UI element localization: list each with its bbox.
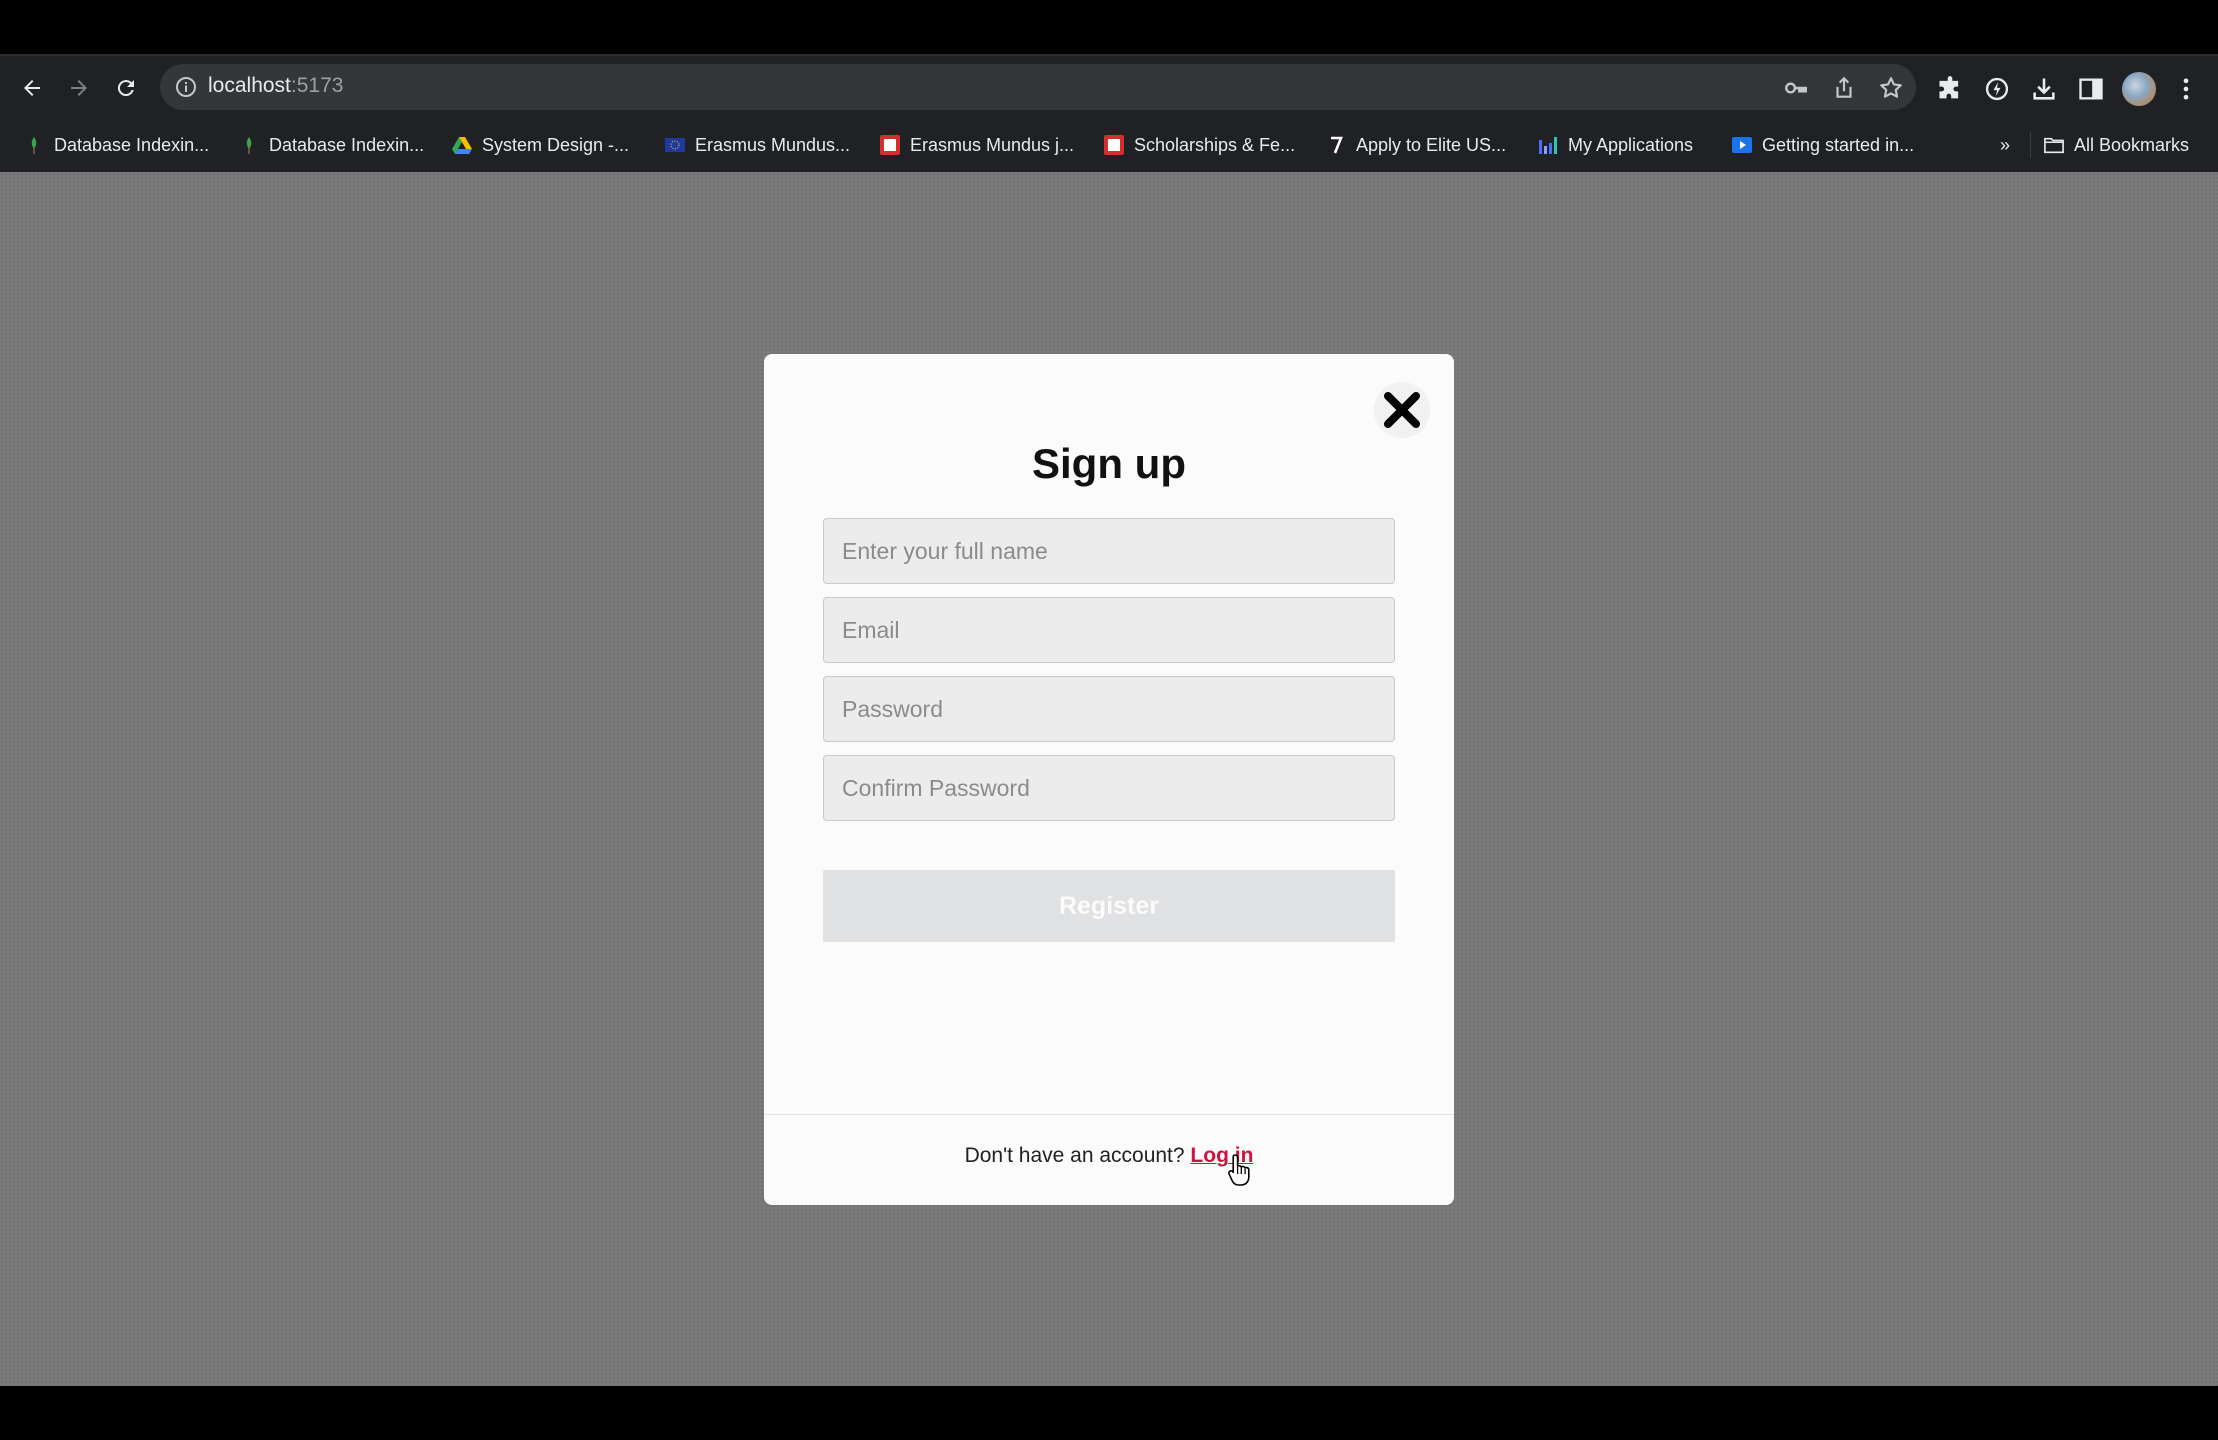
- bookmark-item[interactable]: Database Indexin...: [239, 132, 424, 158]
- google-drive-icon: [452, 135, 472, 155]
- extensions-icon[interactable]: [1936, 75, 1964, 103]
- star-icon[interactable]: [1878, 75, 1904, 101]
- email-input[interactable]: [823, 597, 1395, 663]
- confirm-password-input[interactable]: [823, 755, 1395, 821]
- reload-button[interactable]: [110, 72, 142, 104]
- profile-avatar[interactable]: [2122, 72, 2156, 106]
- url-text: localhost:5173: [208, 74, 344, 97]
- browser-toolbar: localhost:5173: [0, 54, 2218, 120]
- key-icon[interactable]: [1783, 75, 1809, 101]
- arrow-left-icon: [24, 80, 40, 96]
- bookmark-item[interactable]: Erasmus Mundus...: [665, 132, 850, 158]
- footer-divider: [764, 1114, 1454, 1115]
- bookmark-item[interactable]: System Design -...: [452, 132, 629, 158]
- bookmarks-overflow-button[interactable]: »: [2000, 132, 2010, 158]
- bookmarks-divider: [2030, 132, 2031, 158]
- back-button[interactable]: [16, 72, 48, 104]
- performance-icon[interactable]: [1983, 75, 2011, 103]
- window-bottom-bar: [0, 1386, 2218, 1440]
- seven-icon: [1326, 135, 1346, 155]
- address-bar[interactable]: localhost:5173: [160, 64, 1916, 110]
- red-square-icon: [1104, 135, 1124, 155]
- bookmark-item[interactable]: Database Indexin...: [24, 132, 209, 158]
- close-button[interactable]: [1374, 382, 1430, 438]
- signup-modal: Sign up Register Don't have an account? …: [764, 354, 1454, 1205]
- side-panel-icon[interactable]: [2077, 75, 2105, 103]
- leaf-icon: [239, 135, 259, 155]
- full-name-input[interactable]: [823, 518, 1395, 584]
- bookmark-item[interactable]: My Applications: [1538, 132, 1693, 158]
- red-square-icon: [880, 135, 900, 155]
- bookmark-item[interactable]: Scholarships & Fe...: [1104, 132, 1295, 158]
- password-input[interactable]: [823, 676, 1395, 742]
- modal-title: Sign up: [1032, 440, 1186, 487]
- arrow-right-icon: [71, 80, 87, 96]
- download-icon[interactable]: [2030, 75, 2058, 103]
- reload-icon: [117, 80, 134, 97]
- share-icon[interactable]: [1831, 75, 1857, 101]
- video-icon: [1732, 135, 1752, 155]
- leaf-icon: [24, 135, 44, 155]
- footer-text: Don't have an account?: [964, 1144, 1185, 1167]
- close-icon: [1384, 392, 1420, 428]
- forward-button[interactable]: [63, 72, 95, 104]
- eu-flag-icon: [665, 135, 685, 155]
- all-bookmarks-button[interactable]: All Bookmarks: [2044, 132, 2189, 158]
- folder-icon: [2044, 135, 2064, 155]
- modal-footer: Don't have an account? Log in: [764, 1144, 1454, 1168]
- info-icon[interactable]: [174, 75, 198, 99]
- bar-chart-icon: [1538, 135, 1558, 155]
- window-top-bar: [0, 0, 2218, 54]
- bookmarks-bar: Database Indexin... Database Indexin... …: [0, 118, 2218, 173]
- more-menu-icon[interactable]: [2172, 75, 2200, 103]
- hand-cursor-icon: [1228, 1154, 1250, 1186]
- register-button[interactable]: Register: [823, 870, 1395, 942]
- bookmark-item[interactable]: Erasmus Mundus j...: [880, 132, 1074, 158]
- bookmark-item[interactable]: Apply to Elite US...: [1326, 132, 1506, 158]
- bookmark-item[interactable]: Getting started in...: [1732, 132, 1914, 158]
